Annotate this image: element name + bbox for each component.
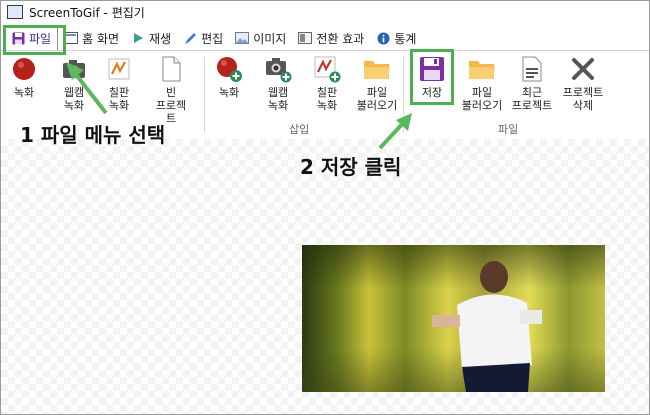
step1-annotation: 1 파일 메뉴 선택 xyxy=(20,123,166,147)
step2-annotation: 2 저장 클릭 xyxy=(300,155,402,179)
annotation-arrows xyxy=(66,62,412,150)
arrow-to-save-button xyxy=(378,113,412,150)
arrow-to-file-tab xyxy=(66,62,108,115)
